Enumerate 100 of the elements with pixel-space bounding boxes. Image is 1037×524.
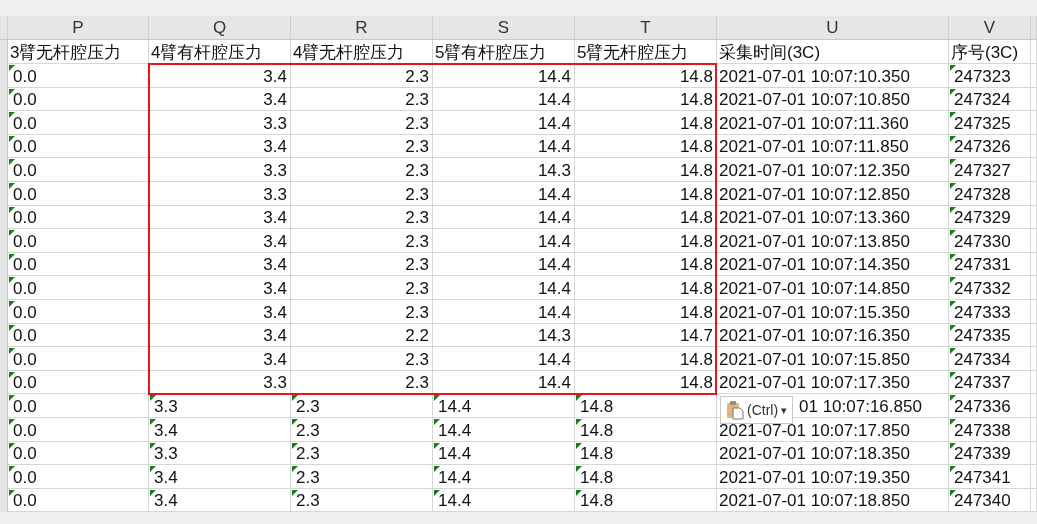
table-cell: 14.8 — [679, 66, 713, 86]
table-cell: 3.3 — [154, 444, 178, 464]
corner-triangle-icon — [434, 466, 440, 473]
table-cell: 14.8 — [679, 137, 713, 157]
corner-triangle-icon — [9, 371, 15, 378]
table-cell: 2.3 — [405, 278, 429, 298]
row-header[interactable] — [0, 488, 8, 513]
table-cell: 14.8 — [679, 90, 713, 110]
column-header[interactable]: R — [291, 16, 433, 40]
table-cell: 0.0 — [13, 184, 37, 204]
table-cell: 14.7 — [679, 326, 713, 346]
table-cell: 14.8 — [679, 113, 713, 133]
corner-triangle-icon — [9, 442, 15, 449]
table-cell: 14.8 — [679, 373, 713, 393]
table-cell: 247326 — [954, 137, 1011, 157]
corner-triangle-icon — [950, 159, 956, 166]
table-cell: 3.4 — [154, 420, 178, 440]
corner-triangle-icon — [9, 300, 15, 307]
table-cell: 2.3 — [405, 302, 429, 322]
column-header[interactable]: V — [949, 16, 1031, 40]
table-cell: 3臂无杆腔压力 — [10, 43, 122, 62]
table-cell: 247324 — [954, 90, 1011, 110]
column-header[interactable]: S — [433, 16, 575, 40]
table-cell: 14.4 — [537, 208, 571, 228]
corner-triangle-icon — [9, 182, 15, 189]
corner-triangle-icon — [950, 112, 956, 119]
corner-triangle-icon — [950, 253, 956, 260]
corner-triangle-icon — [292, 442, 298, 449]
table-cell: 2.3 — [296, 444, 320, 464]
table-cell: 247333 — [954, 302, 1011, 322]
table-cell: 14.4 — [537, 231, 571, 251]
table-cell: 2021-07-01 10:07:16.350 — [719, 326, 910, 346]
table-cell: 2021-07-01 10:07:13.850 — [719, 231, 910, 251]
table-cell: 0.0 — [13, 160, 37, 180]
column-header[interactable]: Q — [149, 16, 291, 40]
corner-triangle-icon — [950, 277, 956, 284]
table-cell: 0.0 — [13, 491, 37, 511]
table-cell: 14.4 — [537, 184, 571, 204]
table-cell: 0.0 — [13, 396, 37, 416]
table-cell: 247337 — [954, 373, 1011, 393]
table-cell: 2.3 — [296, 396, 320, 416]
table-cell: 0.0 — [13, 373, 37, 393]
corner-triangle-icon — [950, 206, 956, 213]
corner-triangle-icon — [292, 489, 298, 496]
table-cell: 14.4 — [537, 373, 571, 393]
corner-triangle-icon — [150, 489, 156, 496]
corner-triangle-icon — [950, 230, 956, 237]
table-cell: 3.4 — [263, 302, 287, 322]
table-cell: 2021-07-01 10:07:10.350 — [719, 66, 910, 86]
corner-triangle-icon — [576, 466, 582, 473]
table-cell: 14.3 — [537, 326, 571, 346]
table-cell: 2021-07-01 10:07:11.850 — [719, 137, 909, 157]
table-cell: 14.4 — [537, 137, 571, 157]
table-cell: 247327 — [954, 160, 1011, 180]
corner-header[interactable] — [0, 16, 8, 40]
table-cell: 2.3 — [405, 208, 429, 228]
table-cell: 2021-07-01 10:07:12.850 — [719, 184, 910, 204]
corner-triangle-icon — [950, 348, 956, 355]
corner-triangle-icon — [9, 348, 15, 355]
column-header[interactable]: T — [575, 16, 717, 40]
column-header[interactable]: U — [717, 16, 949, 40]
table-cell: 14.4 — [537, 90, 571, 110]
table-cell: 3.4 — [263, 349, 287, 369]
paste-options-button[interactable]: (Ctrl) ▾ — [720, 396, 793, 425]
corner-triangle-icon — [950, 489, 956, 496]
table-cell: 14.8 — [679, 278, 713, 298]
corner-triangle-icon — [9, 489, 15, 496]
table-cell: 2.3 — [296, 467, 320, 487]
clipboard-icon — [726, 400, 744, 421]
table-cell: 0.0 — [13, 90, 37, 110]
table-cell: 14.8 — [580, 467, 614, 487]
table-cell: 2.3 — [405, 66, 429, 86]
corner-triangle-icon — [434, 489, 440, 496]
corner-triangle-icon — [950, 371, 956, 378]
table-cell: 0.0 — [13, 137, 37, 157]
table-cell: 14.8 — [580, 444, 614, 464]
table-cell: 14.8 — [580, 396, 614, 416]
corner-triangle-icon — [950, 395, 956, 402]
corner-triangle-icon — [9, 230, 15, 237]
table-cell: 247331 — [954, 255, 1011, 275]
corner-triangle-icon — [434, 418, 440, 425]
table-cell: 247339 — [954, 444, 1011, 464]
table-cell: 14.8 — [679, 302, 713, 322]
column-header[interactable] — [1031, 16, 1037, 40]
table-cell: 247329 — [954, 208, 1011, 228]
table-cell: 2.3 — [405, 184, 429, 204]
table-cell: 4臂有杆腔压力 — [151, 43, 263, 62]
row-header[interactable] — [0, 40, 8, 64]
table-cell: 序号(3C) — [951, 43, 1019, 62]
table-cell: 2.3 — [405, 255, 429, 275]
table-cell: 247338 — [954, 420, 1011, 440]
table-cell: 247325 — [954, 113, 1011, 133]
table-cell: 247328 — [954, 184, 1011, 204]
table-cell: 2021-07-01 10:07:14.350 — [719, 255, 910, 275]
corner-triangle-icon — [576, 395, 582, 402]
table-cell: 采集时间(3C) — [719, 43, 821, 62]
column-header[interactable]: P — [8, 16, 149, 40]
table-cell: 0.0 — [13, 302, 37, 322]
table-cell: 14.8 — [679, 349, 713, 369]
corner-triangle-icon — [950, 466, 956, 473]
